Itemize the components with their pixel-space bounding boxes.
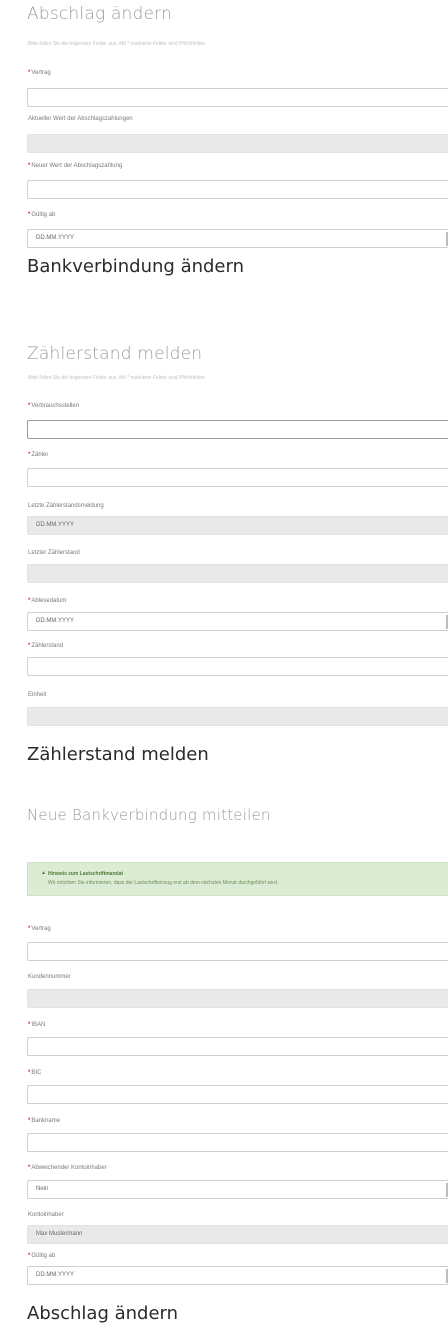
section2-title: Zählerstand melden	[27, 344, 203, 364]
abweichender-kontoinhaber-select[interactable]: Nein	[27, 1180, 448, 1199]
gueltig-ab-date-input[interactable]: DD.MM.YYYY	[27, 1266, 448, 1285]
neuer-wert-input[interactable]	[27, 180, 448, 199]
caption-bankverbindung: Bankverbindung ändern	[27, 256, 244, 277]
zaehlerstand-input[interactable]	[27, 657, 448, 676]
alert-title: Hinweis zum Lastschriftmandat	[48, 871, 124, 877]
ablesedatum-date-input[interactable]: DD.MM.YYYY	[27, 612, 448, 631]
field-label: *Abweichender Kontoinhaber	[28, 1165, 107, 1171]
field-label: *Vertrag	[28, 70, 51, 76]
kontoinhaber-field: Max Mustermann	[27, 1225, 448, 1244]
kundennummer-field	[27, 989, 448, 1008]
section1-subtitle: Bitte füllen Sie die folgenden Felder au…	[28, 41, 207, 47]
field-label: *Zählerstand	[28, 643, 64, 649]
field-label: Einheit	[28, 692, 47, 698]
vertrag-input[interactable]	[27, 88, 448, 107]
field-label: *Verbrauchsstellen	[28, 403, 80, 409]
vertrag-select[interactable]	[27, 942, 448, 961]
letzter-zaehlerstand-field	[27, 564, 448, 583]
caption-zaehlerstand: Zählerstand melden	[27, 744, 209, 765]
field-label: Aktueller Wert der Abschlagszahlungen	[28, 116, 133, 122]
field-label: *Gültig ab	[28, 212, 56, 218]
section2-subtitle: Bitte füllen Sie die folgenden Felder au…	[28, 375, 207, 381]
field-label: Letzte Zählerstandsmeldung	[28, 503, 104, 509]
gueltig-ab-date-input[interactable]: DD.MM.YYYY	[27, 229, 448, 248]
iban-input[interactable]	[27, 1037, 448, 1056]
bankname-input[interactable]	[27, 1133, 448, 1152]
alert-text: Wir möchten Sie informieren, dass der La…	[48, 880, 279, 886]
letzte-meldung-field: DD.MM.YYYY	[27, 516, 448, 535]
field-label: Letzter Zählerstand	[28, 550, 80, 556]
field-label: *Neuer Wert der Abschlagszahlung	[28, 163, 123, 169]
field-label: *Vertrag	[28, 926, 51, 932]
verbrauchsstellen-select[interactable]	[27, 420, 448, 439]
bic-input[interactable]	[27, 1085, 448, 1104]
zaehler-select[interactable]	[27, 468, 448, 487]
einheit-field	[27, 707, 448, 726]
caption-abschlag: Abschlag ändern	[27, 1303, 179, 1324]
warning-icon: ▲	[41, 870, 46, 876]
field-label: *Gültig ab	[28, 1253, 56, 1259]
aktueller-wert-field	[27, 134, 448, 153]
field-label: *Ablesedatum	[28, 598, 67, 604]
field-label: *Bankname	[28, 1118, 61, 1124]
field-label: *BIC	[28, 1070, 42, 1076]
section1-title: Abschlag ändern	[27, 4, 173, 24]
field-label: *IBAN	[28, 1022, 46, 1028]
section3-title: Neue Bankverbindung mitteilen	[27, 806, 271, 824]
field-label: Kontoinhaber	[28, 1212, 64, 1218]
field-label: *Zähler	[28, 452, 49, 458]
lastschrift-alert: ▲ Hinweis zum Lastschriftmandat Wir möch…	[27, 862, 448, 896]
field-label: Kundennummer	[28, 974, 71, 980]
